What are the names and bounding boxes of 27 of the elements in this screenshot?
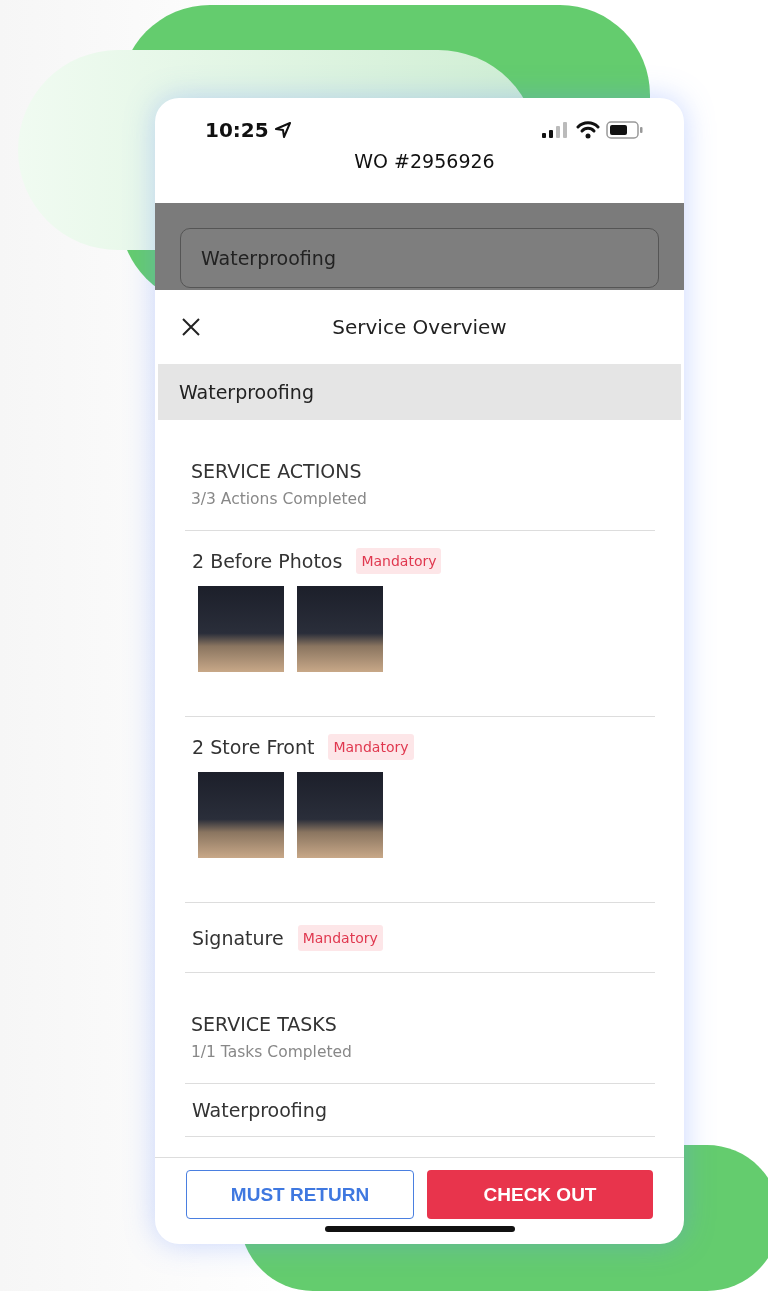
section-summary: 1/1 Tasks Completed <box>191 1043 353 1061</box>
wifi-icon <box>576 121 600 139</box>
sheet-title: Service Overview <box>332 315 507 339</box>
section-summary: 3/3 Actions Completed <box>191 490 368 508</box>
photo-placeholder[interactable] <box>297 772 383 858</box>
check-out-button[interactable]: CHECK OUT <box>427 1170 653 1219</box>
photo-placeholder[interactable] <box>198 772 284 858</box>
photo-placeholder[interactable] <box>198 586 284 672</box>
item-label: Signature <box>192 926 284 949</box>
mandatory-tag: Mandatory <box>297 924 383 951</box>
service-name-bar: Waterproofing <box>158 364 681 420</box>
location-arrow-icon <box>274 122 291 138</box>
screen-title: WO #2956926 <box>353 150 496 172</box>
mandatory-tag: Mandatory <box>328 734 414 760</box>
service-field: Waterproofing <box>180 228 659 288</box>
status-time: 10:25 <box>205 118 269 142</box>
item-label: Waterproofing <box>192 1099 327 1121</box>
item-label: 2 Before Photos <box>192 550 343 572</box>
signal-icon <box>542 122 570 138</box>
battery-icon <box>606 121 644 139</box>
section-heading: SERVICE TASKS <box>191 1013 338 1035</box>
photo-placeholder[interactable] <box>297 586 383 672</box>
must-return-button[interactable]: MUST RETURN <box>186 1170 414 1219</box>
section-heading: SERVICE ACTIONS <box>191 460 363 482</box>
mandatory-tag: Mandatory <box>356 548 442 574</box>
item-label: 2 Store Front <box>192 736 315 758</box>
close-icon[interactable] <box>181 317 201 337</box>
